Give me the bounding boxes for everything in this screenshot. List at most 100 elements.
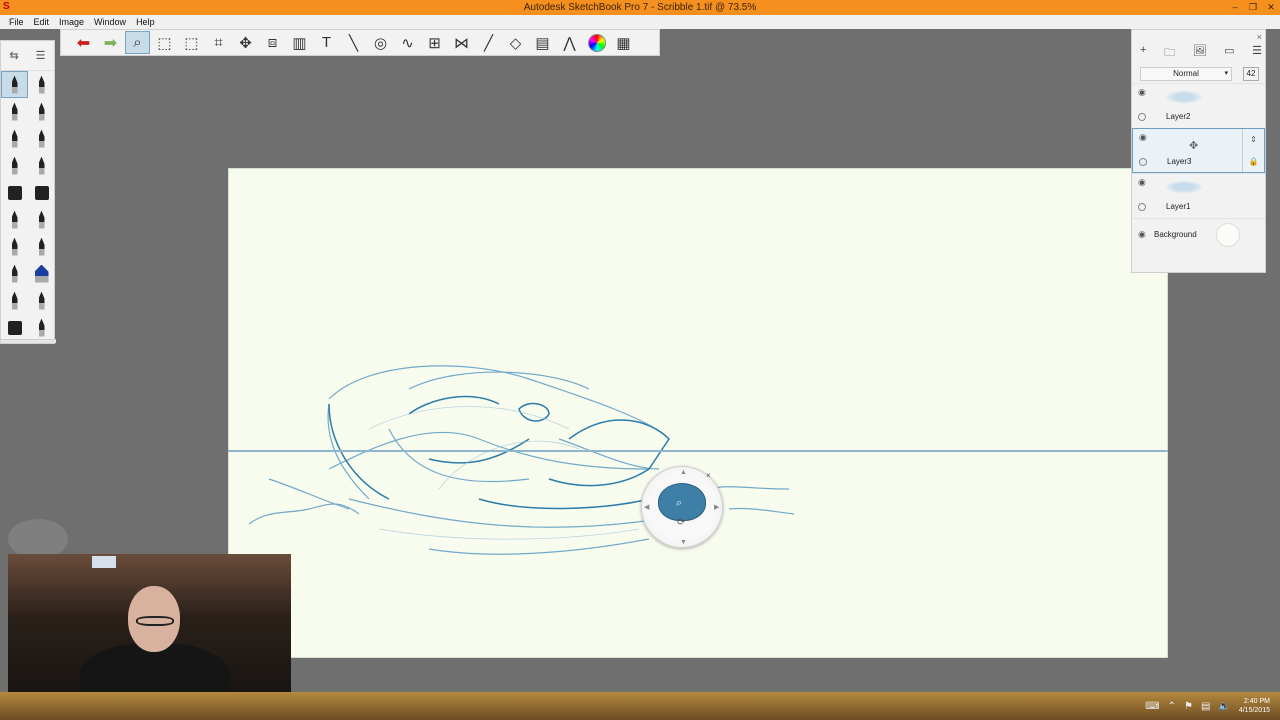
felt-brush-icon[interactable] (28, 98, 55, 125)
add-image-icon[interactable]: 🖼 (1193, 44, 1207, 63)
magnifier-icon: ⌕ (676, 497, 683, 509)
undo-icon[interactable]: ⬅ (71, 31, 96, 54)
maximize-button[interactable]: ❐ (1244, 0, 1262, 15)
layer-order-icon[interactable]: ⇕ (1250, 135, 1257, 144)
add-layer-icon[interactable]: + (1140, 44, 1146, 63)
layer-radio[interactable] (1138, 113, 1146, 121)
stamp-brush-icon[interactable] (28, 287, 55, 314)
select-icon[interactable]: ⬚ (152, 31, 177, 54)
background-color-swatch[interactable] (1216, 223, 1240, 247)
blue-marker-brush-icon[interactable] (28, 260, 55, 287)
close-button[interactable]: ✕ (1262, 0, 1280, 15)
text-icon[interactable]: T (314, 31, 339, 54)
blend-mode-select[interactable]: Normal ▾ (1140, 67, 1232, 81)
inking-brush-icon[interactable] (28, 125, 55, 152)
swap-icon[interactable]: ⇆ (9, 49, 18, 62)
layer-grid-icon[interactable]: ▦ (611, 31, 636, 54)
pen-brush-icon[interactable] (1, 152, 28, 179)
smudge-brush-icon[interactable] (28, 233, 55, 260)
menu-image[interactable]: Image (54, 17, 89, 27)
volume-icon[interactable]: 🔈 (1218, 701, 1230, 712)
round-brush-icon[interactable] (1, 314, 28, 341)
menu-window[interactable]: Window (89, 17, 131, 27)
color-wheel-icon[interactable] (584, 31, 609, 54)
layer-radio[interactable] (1139, 158, 1147, 166)
fill-icon[interactable]: ▥ (287, 31, 312, 54)
pencil-brush-icon[interactable] (1, 71, 28, 98)
eye-icon[interactable]: ◉ (1139, 132, 1147, 143)
lock-icon[interactable]: 🔒 (1249, 157, 1259, 166)
opacity-value[interactable]: 42 (1243, 67, 1259, 81)
ballpoint-brush-icon[interactable] (28, 71, 55, 98)
distort-icon[interactable]: ⧈ (260, 31, 285, 54)
layer-item-layer2[interactable]: ◉ Layer2 (1132, 83, 1265, 128)
layer-side-controls: ⇕ 🔒 (1242, 129, 1264, 172)
arrow-left-icon: ◀ (644, 504, 650, 511)
ellipse-guide-icon[interactable]: ◎ (368, 31, 393, 54)
copic-library-icon[interactable]: ▤ (530, 31, 555, 54)
lasso-select-icon[interactable]: ⬚ (179, 31, 204, 54)
crop-icon[interactable]: ⌗ (206, 31, 231, 54)
palette-resize-handle[interactable] (1, 339, 56, 343)
eye-icon[interactable]: ◉ (1138, 229, 1146, 240)
sketchbook-window: S Autodesk SketchBook Pro 7 - Scribble 1… (0, 0, 1280, 720)
color-wheel-swatch (587, 33, 606, 52)
network-icon[interactable]: ▤ (1201, 701, 1210, 712)
close-icon[interactable]: × (706, 471, 711, 480)
pastel-brush-icon[interactable] (1, 260, 28, 287)
flat-brush-icon[interactable] (28, 314, 55, 341)
flag-icon[interactable]: ⚑ (1184, 701, 1193, 712)
menu-edit[interactable]: Edit (29, 17, 55, 27)
move-icon: ✥ (1189, 140, 1199, 152)
marker-brush-icon[interactable] (1, 98, 28, 125)
layer-menu-icon[interactable]: ☰ (1252, 44, 1262, 63)
minimize-button[interactable]: – (1226, 0, 1244, 15)
rotate-icon[interactable]: ⟳ (677, 517, 685, 528)
shape-icon[interactable]: ◇ (503, 31, 528, 54)
drawing-canvas[interactable] (228, 168, 1168, 658)
block-eraser-brush-icon[interactable] (1, 179, 28, 206)
menu-file[interactable]: File (4, 17, 29, 27)
close-icon[interactable]: × (1257, 32, 1262, 42)
layer-item-layer3[interactable]: ◉ ✥ Layer3 ⇕ 🔒 (1132, 128, 1265, 173)
taskbar (0, 692, 1280, 720)
layer-radio[interactable] (1138, 203, 1146, 211)
clock[interactable]: 2:40 PM 4/15/2015 (1239, 697, 1270, 715)
menu-help[interactable]: Help (131, 17, 160, 27)
transform-icon[interactable]: ✥ (233, 31, 258, 54)
eye-icon[interactable]: ◉ (1138, 87, 1146, 98)
sketch-drawing (248, 365, 795, 555)
redo-icon[interactable]: ➡ (98, 31, 123, 54)
palette-menu-icon[interactable]: ☰ (36, 49, 46, 62)
water-brush-icon[interactable] (1, 233, 28, 260)
zoom-icon[interactable]: ⌕ (125, 31, 150, 54)
layer-item-background[interactable]: ◉ Background (1132, 218, 1265, 250)
add-group-icon[interactable]: 🗀 (1164, 44, 1175, 63)
blend-row: Normal ▾ 42 (1132, 65, 1265, 83)
perspective-icon[interactable]: ⊞ (422, 31, 447, 54)
clock-date: 4/15/2015 (1238, 707, 1270, 714)
eye-icon[interactable]: ◉ (1138, 177, 1146, 188)
clear-layer-icon[interactable]: ▭ (1224, 44, 1234, 63)
airbrush-brush-icon[interactable] (1, 125, 28, 152)
layer-editor: × + 🗀 🖼 ▭ ☰ Normal ▾ 42 ◉ Layer2 ◉ ✥ Lay… (1131, 29, 1266, 273)
french-curve-icon[interactable]: ∿ (395, 31, 420, 54)
brush-library-icon[interactable]: ⋀ (557, 31, 582, 54)
soft-eraser-brush-icon[interactable] (28, 179, 55, 206)
layer-name: Layer2 (1166, 112, 1191, 121)
stipple-brush-icon[interactable] (1, 287, 28, 314)
layer-thumbnail (1164, 180, 1204, 194)
chevron-up-icon[interactable]: ⌃ (1168, 701, 1176, 712)
sketchbook-s-icon[interactable]: S (3, 2, 13, 12)
layer-item-layer1[interactable]: ◉ Layer1 (1132, 173, 1265, 218)
chisel-brush-icon[interactable] (28, 152, 55, 179)
paint-brush-icon[interactable] (1, 206, 28, 233)
symmetry-icon[interactable]: ⋈ (449, 31, 474, 54)
line-icon[interactable]: ╱ (476, 31, 501, 54)
ruler-icon[interactable]: ╲ (341, 31, 366, 54)
keyboard-icon[interactable]: ⌨ (1145, 701, 1159, 712)
fine-brush-icon[interactable] (28, 206, 55, 233)
zoom-rotate-puck[interactable]: ▲ ▼ ◀ ▶ × ⌕ ⟳ (641, 466, 723, 548)
layer-name: Layer1 (1166, 202, 1191, 211)
layer-thumbnail (1164, 90, 1204, 104)
